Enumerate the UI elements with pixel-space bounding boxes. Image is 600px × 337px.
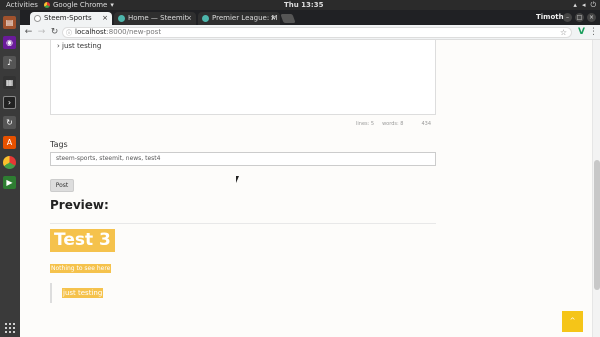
tab-strip: Steem-Sports × Home — Steemit × Premier … [20, 10, 600, 25]
blockquote-text: just testing [62, 288, 104, 298]
line-count: lines: 5 [356, 121, 375, 127]
software-icon[interactable]: A [3, 136, 16, 149]
network-icon: ▴ [573, 1, 577, 9]
info-icon[interactable]: ⓘ [66, 29, 72, 38]
files-icon[interactable]: ▤ [3, 16, 16, 29]
vue-extension-icon[interactable]: V [576, 27, 587, 38]
address-bar[interactable]: ⓘ localhost:8000/new-post ☆ [62, 27, 572, 38]
dock: ▤ ◉ ♪ ▦ › ↻ A ▶ [0, 10, 20, 337]
minimize-icon[interactable]: – [563, 13, 572, 22]
terminal-icon[interactable]: › [3, 96, 16, 109]
char-count: 434 [421, 121, 431, 127]
show-apps-icon[interactable] [5, 323, 15, 333]
back-icon[interactable]: ← [22, 26, 35, 39]
preview-subtitle: Nothing to see here [50, 264, 112, 273]
kebab-menu-icon[interactable]: ⋮ [589, 27, 598, 38]
post-button[interactable]: Post [50, 179, 74, 192]
word-count: words: 8 [382, 121, 404, 127]
page-content: › just testing lines: 5 words: 8 434 Tag… [20, 40, 592, 337]
tab-premier-league[interactable]: Premier League: M × [198, 12, 280, 25]
system-tray[interactable]: ▴ ◂ ⏻ [573, 0, 596, 10]
post-body-editor[interactable]: › just testing [50, 40, 436, 115]
app-name: Google Chrome [53, 1, 108, 9]
system-top-bar: Activities Google Chrome ▾ Thu 13:35 ▴ ◂… [0, 0, 600, 10]
divider [50, 223, 436, 224]
window-controls: – □ × [563, 13, 596, 22]
mouse-cursor-icon [236, 176, 239, 183]
tab-label: Home — Steemit [128, 14, 188, 22]
page-scrollbar[interactable] [592, 40, 600, 337]
editor-line: › just testing [57, 42, 102, 50]
tab-label: Steem-Sports [44, 14, 92, 22]
forward-icon[interactable]: → [35, 26, 48, 39]
camera-icon[interactable]: ▶ [3, 176, 16, 189]
browser-toolbar: ← → ↻ ⓘ localhost:8000/new-post ☆ V ⋮ [20, 25, 600, 40]
rhythmbox-icon[interactable]: ♪ [3, 56, 16, 69]
tab-steemit[interactable]: Home — Steemit × [114, 12, 196, 25]
favicon-icon [118, 15, 125, 22]
preview-heading: Preview: [50, 198, 109, 212]
reload-icon[interactable]: ↻ [48, 26, 61, 39]
app-menu[interactable]: Google Chrome ▾ [44, 0, 114, 10]
tab-steem-sports[interactable]: Steem-Sports × [30, 12, 112, 25]
preview-blockquote: just testing [50, 283, 110, 303]
editor-stats: lines: 5 words: 8 434 [356, 121, 431, 127]
chrome-dock-icon[interactable] [3, 156, 16, 169]
update-icon[interactable]: ↻ [3, 116, 16, 129]
tags-input[interactable]: steem-sports, steemit, news, test4 [50, 152, 436, 166]
close-icon[interactable]: × [270, 12, 276, 25]
power-icon: ⏻ [590, 1, 596, 9]
url-path: :8000/new-post [106, 28, 162, 36]
close-window-icon[interactable]: × [587, 13, 596, 22]
close-icon[interactable]: × [186, 12, 192, 25]
favicon-icon [202, 15, 209, 22]
favicon-icon [34, 15, 41, 22]
scroll-to-top-button[interactable]: ^ [562, 311, 583, 332]
clock[interactable]: Thu 13:35 [284, 0, 323, 10]
volume-icon: ◂ [581, 1, 586, 9]
maximize-icon[interactable]: □ [575, 13, 584, 22]
video-icon[interactable]: ▦ [3, 76, 16, 89]
media-icon[interactable]: ◉ [3, 36, 16, 49]
close-icon[interactable]: × [102, 12, 108, 25]
chevron-down-icon: ▾ [110, 1, 114, 9]
new-tab-button[interactable] [280, 14, 296, 23]
url-host: localhost [75, 28, 107, 36]
activities-button[interactable]: Activities [6, 0, 38, 10]
preview-title: Test 3 [50, 229, 115, 252]
bookmark-star-icon[interactable]: ☆ [560, 28, 567, 37]
tab-label: Premier League: M [212, 14, 278, 22]
tags-label: Tags [50, 140, 68, 149]
chrome-icon [44, 2, 50, 8]
browser-window: Steem-Sports × Home — Steemit × Premier … [20, 10, 600, 337]
scrollbar-thumb[interactable] [594, 160, 600, 290]
